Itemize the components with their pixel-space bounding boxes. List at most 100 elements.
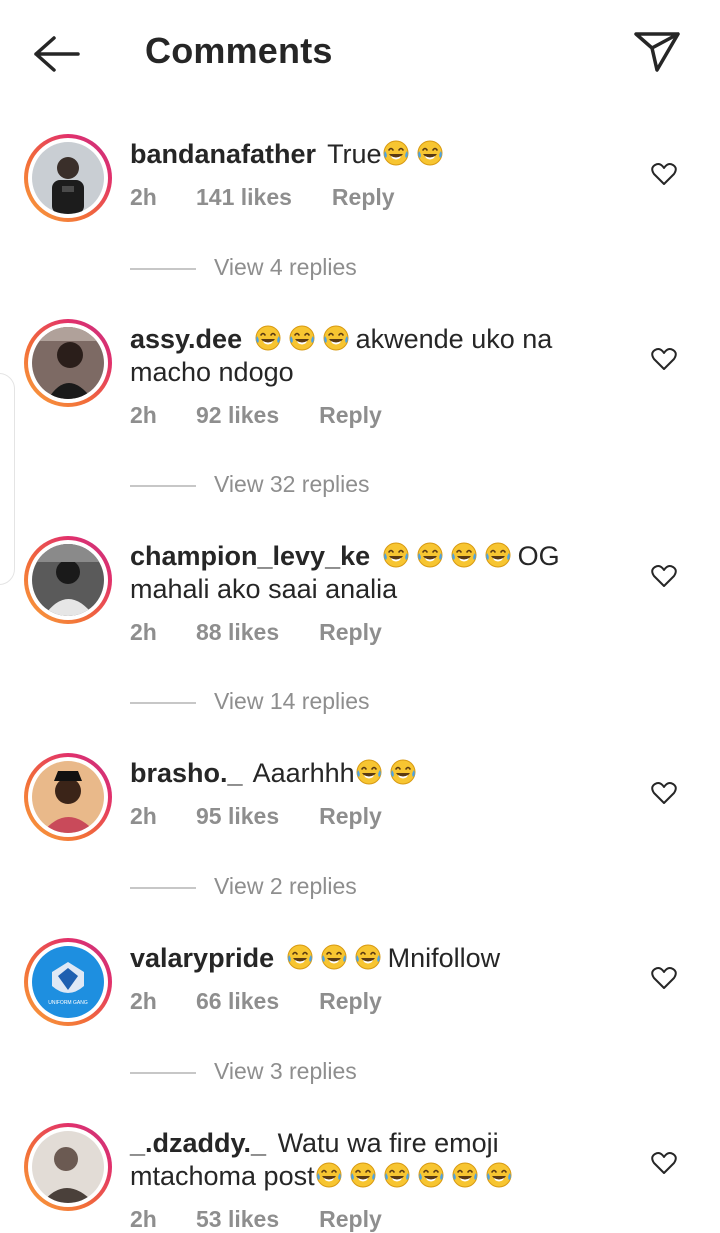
comment-time: 2h [130,184,157,210]
like-button[interactable] [651,966,677,990]
comment-body-before: Aaarhhh [252,758,355,788]
laughing-tears-emoji-icon [485,542,511,568]
view-replies-label: View 32 replies [214,471,370,497]
laughing-tears-emoji-icon [255,325,281,351]
laughing-tears-emoji-icon [384,1162,410,1188]
comment-meta: 2h 95 likes Reply [130,803,382,830]
avatar[interactable] [24,536,112,624]
laughing-tears-emoji-icon [321,944,347,970]
laughing-tears-emoji-icon [350,1162,376,1188]
reply-button[interactable]: Reply [319,402,382,429]
reply-button[interactable]: Reply [319,619,382,646]
comment-likes[interactable]: 141 likes [196,184,292,211]
comment-text: brasho._ Aaarhhh [130,757,600,790]
comment-text: assy.dee akwende uko na macho ndogo [130,323,600,389]
comment-meta: 2h 66 likes Reply [130,988,382,1015]
comment-username[interactable]: brasho._ [130,758,243,788]
comment-time: 2h [130,619,157,645]
comment-time: 2h [130,402,157,428]
view-replies-label: View 14 replies [214,688,370,714]
side-panel-handle[interactable] [0,373,15,585]
header-bar: Comments [0,0,720,110]
comment-time: 2h [130,803,157,829]
laughing-tears-emoji-icon [451,542,477,568]
laughing-tears-emoji-icon [390,759,416,785]
laughing-tears-emoji-icon [452,1162,478,1188]
divider [130,886,196,889]
like-button[interactable] [651,781,677,805]
view-replies-label: View 4 replies [214,254,357,280]
paper-plane-icon [634,32,680,72]
avatar[interactable] [24,753,112,841]
heart-icon [651,565,677,587]
reply-button[interactable]: Reply [319,1206,382,1233]
svg-text:UNIFORM GANG: UNIFORM GANG [48,1000,88,1006]
share-button[interactable] [632,28,682,76]
comment-username[interactable]: assy.dee [130,324,242,354]
comment-likes[interactable]: 53 likes [196,1206,279,1233]
comment-likes[interactable]: 92 likes [196,402,279,429]
comment-likes[interactable]: 88 likes [196,619,279,646]
avatar[interactable]: UNIFORM GANG [24,938,112,1026]
view-replies-button[interactable]: View 3 replies [130,1058,357,1085]
laughing-tears-emoji-icon [355,944,381,970]
laughing-tears-emoji-icon [383,140,409,166]
like-button[interactable] [651,347,677,371]
view-replies-button[interactable]: View 32 replies [130,471,370,498]
divider [130,267,196,270]
divider [130,484,196,487]
divider [130,1071,196,1074]
laughing-tears-emoji-icon [418,1162,444,1188]
comment-likes[interactable]: 66 likes [196,988,279,1015]
comment-body-after: Mnifollow [387,943,501,973]
reply-button[interactable]: Reply [319,988,382,1015]
comment-meta: 2h 53 likes Reply [130,1206,382,1233]
heart-icon [651,967,677,989]
comment-time: 2h [130,988,157,1014]
laughing-tears-emoji-icon [417,140,443,166]
comment-meta: 2h 88 likes Reply [130,619,382,646]
view-replies-button[interactable]: View 14 replies [130,688,370,715]
comment-username[interactable]: bandanafather [130,139,316,169]
heart-icon [651,782,677,804]
comment-username[interactable]: valarypride [130,943,274,973]
comment-text: valarypride Mnifollow [130,942,600,975]
laughing-tears-emoji-icon [287,944,313,970]
avatar[interactable] [24,319,112,407]
like-button[interactable] [651,1151,677,1175]
laughing-tears-emoji-icon [486,1162,512,1188]
comment-text: bandanafather True [130,138,600,171]
reply-button[interactable]: Reply [319,803,382,830]
view-replies-button[interactable]: View 4 replies [130,254,357,281]
view-replies-button[interactable]: View 2 replies [130,873,357,900]
comment-text: _.dzaddy._ Watu wa fire emoji mtachoma p… [130,1127,600,1193]
comment-text: champion_levy_ke OG mahali ako saai anal… [130,540,600,606]
comment-meta: 2h 92 likes Reply [130,402,382,429]
avatar[interactable] [24,1123,112,1211]
comment-username[interactable]: champion_levy_ke [130,541,370,571]
arrow-left-icon [34,36,80,72]
comment-username[interactable]: _.dzaddy._ [130,1128,266,1158]
laughing-tears-emoji-icon [417,542,443,568]
like-button[interactable] [651,564,677,588]
comment-time: 2h [130,1206,157,1232]
heart-icon [651,348,677,370]
view-replies-label: View 3 replies [214,1058,357,1084]
laughing-tears-emoji-icon [316,1162,342,1188]
comment-meta: 2h 141 likes Reply [130,184,395,211]
view-replies-label: View 2 replies [214,873,357,899]
divider [130,701,196,704]
laughing-tears-emoji-icon [356,759,382,785]
back-button[interactable] [30,32,82,76]
page-title: Comments [145,30,333,71]
laughing-tears-emoji-icon [323,325,349,351]
comment-likes[interactable]: 95 likes [196,803,279,830]
like-button[interactable] [651,162,677,186]
heart-icon [651,163,677,185]
laughing-tears-emoji-icon [383,542,409,568]
heart-icon [651,1152,677,1174]
laughing-tears-emoji-icon [289,325,315,351]
reply-button[interactable]: Reply [332,184,395,211]
comment-body-before: True [327,139,382,169]
avatar[interactable] [24,134,112,222]
